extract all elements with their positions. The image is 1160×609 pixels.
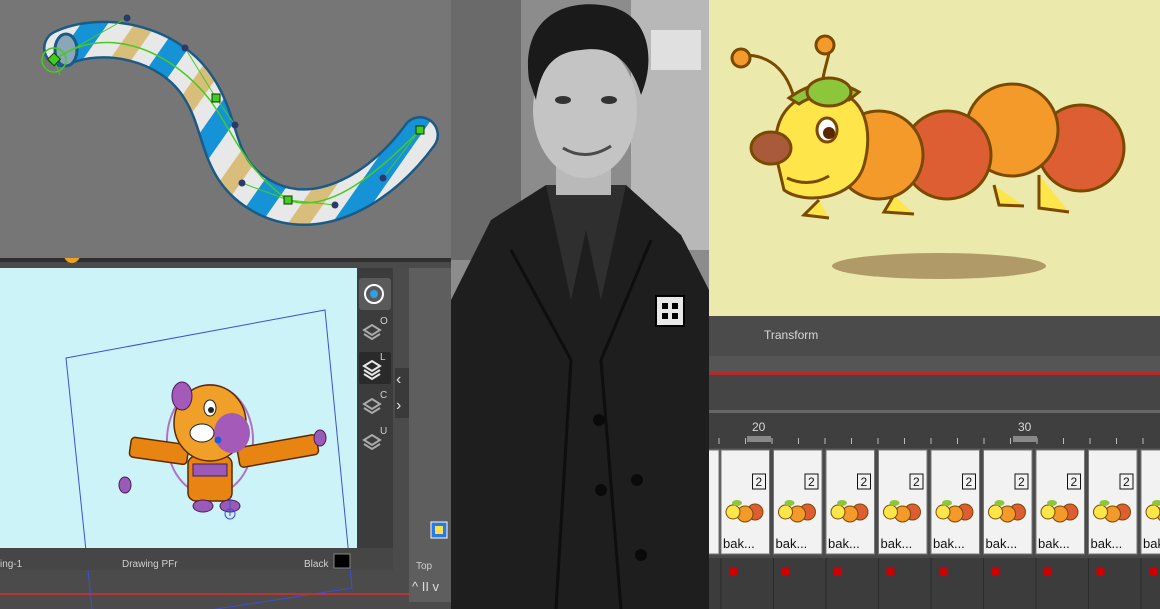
playhead-line	[0, 593, 409, 595]
xsheet-cell[interactable]: 2 bak...	[1088, 449, 1138, 555]
bezier-handle[interactable]	[331, 201, 339, 209]
xsheet-cell[interactable]: 2 bak...	[773, 449, 823, 555]
control-point[interactable]	[211, 93, 221, 103]
xsheet-cell[interactable]: 2 bak...	[720, 449, 770, 555]
cell-label: bak...	[1091, 536, 1123, 551]
camera-view-panel: O L C U ‹ › ing-1 Drawing PFr Black Top …	[0, 258, 451, 609]
status-color-swatch[interactable]	[333, 553, 351, 569]
view-tab-top[interactable]: Top	[416, 561, 433, 572]
cell-number: 2	[1071, 475, 1078, 489]
cell-label: bak...	[776, 536, 808, 551]
cell-label: bak...	[828, 536, 860, 551]
keyframe-marker[interactable]	[939, 568, 947, 576]
transform-layer-label[interactable]: Transform	[764, 328, 818, 342]
pivot-point[interactable]	[214, 436, 222, 444]
portrait-photo	[451, 0, 709, 609]
keyframe-marker[interactable]	[1044, 568, 1052, 576]
badge-icon	[655, 295, 685, 327]
cell-label: bak...	[881, 536, 913, 551]
ruler-marker	[747, 436, 771, 442]
cell-label: bak...	[933, 536, 965, 551]
ruler-marker	[1013, 436, 1037, 442]
status-drawing-name: ing-1	[0, 559, 23, 570]
bezier-handle[interactable]	[379, 174, 387, 182]
caterpillar-canvas	[709, 0, 1160, 316]
cell-number: 2	[756, 475, 763, 489]
frame-ruler[interactable]	[709, 413, 1160, 448]
cell-number: 2	[1123, 475, 1130, 489]
layer-letter: L	[380, 352, 386, 363]
bezier-handle[interactable]	[123, 14, 131, 22]
keyframe-marker[interactable]	[781, 568, 790, 576]
cell-label: bak...	[1143, 536, 1160, 551]
xsheet-cell-partial[interactable]	[709, 449, 720, 555]
keyframe-marker[interactable]	[1149, 568, 1157, 576]
control-point[interactable]	[283, 195, 293, 205]
keyframe-track	[709, 558, 1160, 609]
cell-label: bak...	[1038, 536, 1070, 551]
xsheet-cell[interactable]: 2 bak...	[983, 449, 1033, 555]
xsheet-cell[interactable]: 2 bak...	[1035, 449, 1085, 555]
chevron-left-icon[interactable]: ‹	[396, 371, 401, 388]
bezier-handle[interactable]	[181, 44, 189, 52]
cell-number: 2	[966, 475, 973, 489]
cell-label: bak...	[986, 536, 1018, 551]
xsheet-cell[interactable]: 2 bak...	[878, 449, 928, 555]
cell-number: 2	[861, 475, 868, 489]
xsheet-cell[interactable]: 2 bak...	[930, 449, 980, 555]
cell-number: 2	[1018, 475, 1025, 489]
timeline-panel: Transform 20 30 2 bak... 2 bak... 2 bak... 2 ba…	[709, 316, 1160, 609]
frame-marker-30: 30	[1018, 420, 1032, 434]
status-color-name: Black	[304, 559, 329, 570]
camera-view[interactable]: O L C U ‹ › ing-1 Drawing PFr Black Top …	[0, 258, 451, 609]
keyframe-marker[interactable]	[834, 568, 842, 576]
caterpillar-render	[709, 0, 1160, 316]
portrait-image	[451, 0, 709, 609]
layer-letter: O	[380, 316, 388, 327]
chevron-right-icon[interactable]: ›	[396, 397, 401, 414]
cell-label: bak...	[723, 536, 755, 551]
keyframe-marker[interactable]	[991, 568, 1000, 576]
frame-marker-20: 20	[752, 420, 766, 434]
deformer-canvas[interactable]	[0, 0, 451, 258]
bezier-handle[interactable]	[238, 179, 246, 187]
xsheet-cells[interactable]: 2 bak... 2 bak... 2 bak... 2 bak... 2 bak... 2 bak.…	[709, 449, 1160, 555]
keyframe-marker[interactable]	[886, 568, 895, 576]
layer-letter: C	[380, 390, 387, 401]
cell-number: 2	[808, 475, 815, 489]
status-drawing-info: Drawing PFr	[122, 559, 178, 570]
xsheet-cell[interactable]: 2 bak...	[825, 449, 875, 555]
keyframe-marker[interactable]	[729, 568, 737, 576]
side-panel	[409, 268, 451, 602]
deformer-viewport[interactable]	[0, 0, 451, 258]
playhead-line	[709, 372, 1160, 375]
keyframe-marker[interactable]	[1096, 568, 1105, 576]
ground-shadow	[832, 253, 1046, 279]
layer-letter: U	[380, 426, 387, 437]
bezier-handle[interactable]	[231, 121, 239, 129]
xsheet-cell[interactable]: 2bak...	[1140, 449, 1160, 555]
keyframe-row[interactable]	[709, 558, 1160, 609]
control-point[interactable]	[415, 125, 425, 135]
scroll-arrows-icon[interactable]: ^ II v	[412, 579, 440, 594]
timeline-view[interactable]: Transform 20 30 2bak...2bak...2bak...2ba…	[709, 316, 1160, 609]
cell-number: 2	[913, 475, 920, 489]
